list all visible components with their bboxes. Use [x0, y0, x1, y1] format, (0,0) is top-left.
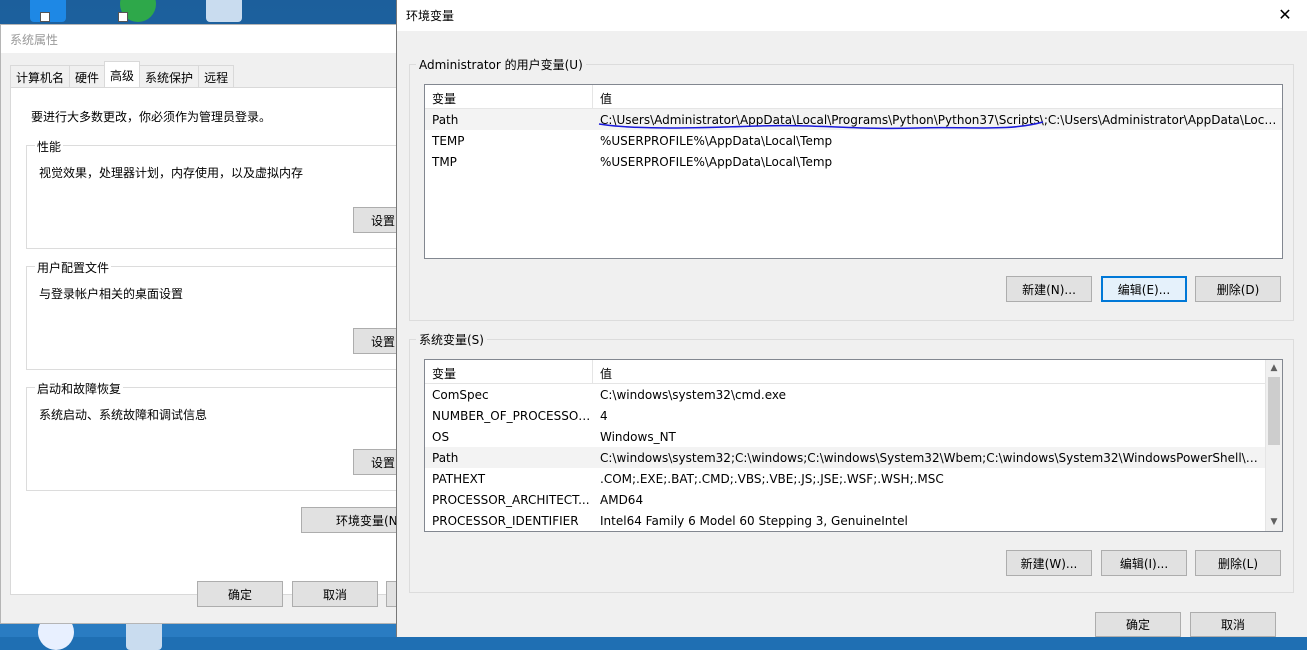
- close-icon[interactable]: ✕: [1275, 5, 1295, 25]
- var-value: Windows_NT: [600, 429, 676, 444]
- performance-group: 性能 视觉效果，处理器计划，内存使用，以及虚拟内存 设置(S)...: [26, 138, 433, 249]
- tab-advanced[interactable]: 高级: [104, 61, 141, 87]
- sys-edit-button[interactable]: 编辑(I)...: [1101, 550, 1187, 576]
- scroll-down-icon[interactable]: ▼: [1266, 514, 1282, 531]
- var-name: OS: [432, 429, 450, 444]
- shortcut-arrow-icon: [40, 12, 50, 22]
- var-name: ComSpec: [432, 387, 489, 402]
- user-profiles-group: 用户配置文件 与登录帐户相关的桌面设置 设置(E)...: [26, 259, 433, 370]
- var-value: 4: [600, 408, 608, 423]
- user-variables-group: Administrator 的用户变量(U) 变量 值 Path C:\User…: [409, 56, 1294, 321]
- env-ok-button[interactable]: 确定: [1095, 612, 1181, 637]
- user-col-variable[interactable]: 变量: [425, 85, 593, 108]
- sys-col-value[interactable]: 值: [593, 360, 1265, 383]
- user-profiles-desc: 与登录帐户相关的桌面设置: [39, 287, 184, 301]
- tab-system-protection[interactable]: 系统保护: [139, 65, 200, 87]
- var-name: PROCESSOR_ARCHITECT...: [432, 492, 590, 507]
- var-value: AMD64: [600, 492, 644, 507]
- user-list-header: 变量 值: [425, 85, 1282, 109]
- var-value: %USERPROFILE%\AppData\Local\Temp: [600, 154, 833, 169]
- table-row[interactable]: TEMP %USERPROFILE%\AppData\Local\Temp: [425, 130, 1282, 151]
- sys-list-scrollbar[interactable]: ▲ ▼: [1265, 360, 1282, 531]
- tab-computer-name[interactable]: 计算机名: [10, 65, 71, 87]
- table-row[interactable]: OS Windows_NT: [425, 426, 1282, 447]
- sysprop-ok-button[interactable]: 确定: [197, 581, 283, 607]
- table-row[interactable]: Path C:\Users\Administrator\AppData\Loca…: [425, 109, 1282, 130]
- admin-note: 要进行大多数更改，你必须作为管理员登录。: [31, 110, 272, 124]
- user-new-button[interactable]: 新建(N)...: [1006, 276, 1092, 302]
- shortcut-arrow-icon: [118, 12, 128, 22]
- sys-list-header: 变量 值: [425, 360, 1265, 384]
- tab-strip: 计算机名 硬件 高级 系统保护 远程: [10, 61, 235, 87]
- performance-label: 性能: [35, 138, 64, 155]
- scroll-up-icon[interactable]: ▲: [1266, 360, 1282, 377]
- env-titlebar: 环境变量: [397, 0, 1307, 31]
- env-cancel-button[interactable]: 取消: [1190, 612, 1276, 637]
- user-profiles-label: 用户配置文件: [35, 259, 112, 276]
- startup-recovery-group: 启动和故障恢复 系统启动、系统故障和调试信息 设置(T)...: [26, 380, 433, 491]
- table-row[interactable]: ComSpec C:\windows\system32\cmd.exe: [425, 384, 1282, 405]
- env-title: 环境变量: [406, 9, 455, 23]
- sysprop-cancel-button[interactable]: 取消: [292, 581, 378, 607]
- var-value: C:\windows\system32;C:\windows;C:\window…: [600, 450, 1261, 465]
- var-name: PROCESSOR_IDENTIFIER: [432, 513, 579, 528]
- var-value: Intel64 Family 6 Model 60 Stepping 3, Ge…: [600, 513, 908, 528]
- var-value: C:\windows\system32\cmd.exe: [600, 387, 786, 402]
- puzzle-app-icon[interactable]: [206, 0, 242, 22]
- scroll-thumb[interactable]: [1268, 377, 1280, 445]
- startup-recovery-label: 启动和故障恢复: [35, 380, 124, 397]
- var-name: TMP: [432, 154, 457, 169]
- table-row[interactable]: TMP %USERPROFILE%\AppData\Local\Temp: [425, 151, 1282, 172]
- sys-col-variable[interactable]: 变量: [425, 360, 593, 383]
- table-row[interactable]: PROCESSOR_IDENTIFIER Intel64 Family 6 Mo…: [425, 510, 1282, 531]
- table-row[interactable]: PATHEXT .COM;.EXE;.BAT;.CMD;.VBS;.VBE;.J…: [425, 468, 1282, 489]
- system-variables-label: 系统变量(S): [416, 331, 487, 348]
- user-delete-button[interactable]: 删除(D): [1195, 276, 1281, 302]
- var-value: .COM;.EXE;.BAT;.CMD;.VBS;.VBE;.JS;.JSE;.…: [600, 471, 944, 486]
- performance-desc: 视觉效果，处理器计划，内存使用，以及虚拟内存: [39, 166, 304, 180]
- user-edit-button[interactable]: 编辑(E)...: [1101, 276, 1187, 302]
- environment-variables-window: 环境变量 ✕ Administrator 的用户变量(U) 变量 值 Path …: [396, 0, 1307, 637]
- var-name: Path: [432, 450, 459, 465]
- tab-remote[interactable]: 远程: [198, 65, 235, 87]
- user-variables-label: Administrator 的用户变量(U): [416, 56, 586, 73]
- table-row[interactable]: NUMBER_OF_PROCESSORS 4: [425, 405, 1282, 426]
- var-value: %USERPROFILE%\AppData\Local\Temp: [600, 133, 833, 148]
- sys-delete-button[interactable]: 删除(L): [1195, 550, 1281, 576]
- system-properties-window: 系统属性 计算机名 硬件 高级 系统保护 远程 要进行大多数更改，你必须作为管理…: [0, 24, 433, 624]
- startup-recovery-desc: 系统启动、系统故障和调试信息: [39, 408, 208, 422]
- user-col-value[interactable]: 值: [593, 85, 1282, 108]
- tab-hardware[interactable]: 硬件: [69, 65, 106, 87]
- table-row[interactable]: Path C:\windows\system32;C:\windows;C:\w…: [425, 447, 1265, 468]
- table-row[interactable]: PROCESSOR_ARCHITECT... AMD64: [425, 489, 1282, 510]
- system-properties-title: 系统属性: [1, 25, 409, 53]
- user-variables-list[interactable]: 变量 值 Path C:\Users\Administrator\AppData…: [424, 84, 1283, 259]
- var-name: PATHEXT: [432, 471, 486, 486]
- var-name: TEMP: [432, 133, 465, 148]
- system-variables-list[interactable]: 变量 值 ComSpec C:\windows\system32\cmd.exe…: [424, 359, 1283, 532]
- var-value: C:\Users\Administrator\AppData\Local\Pro…: [600, 112, 1278, 127]
- var-name: Path: [432, 112, 459, 127]
- advanced-tab-panel: 要进行大多数更改，你必须作为管理员登录。 性能 视觉效果，处理器计划，内存使用，…: [10, 87, 433, 595]
- var-name: NUMBER_OF_PROCESSORS: [432, 408, 593, 423]
- sys-new-button[interactable]: 新建(W)...: [1006, 550, 1092, 576]
- system-variables-group: 系统变量(S) 变量 值 ComSpec C:\windows\system32…: [409, 331, 1294, 593]
